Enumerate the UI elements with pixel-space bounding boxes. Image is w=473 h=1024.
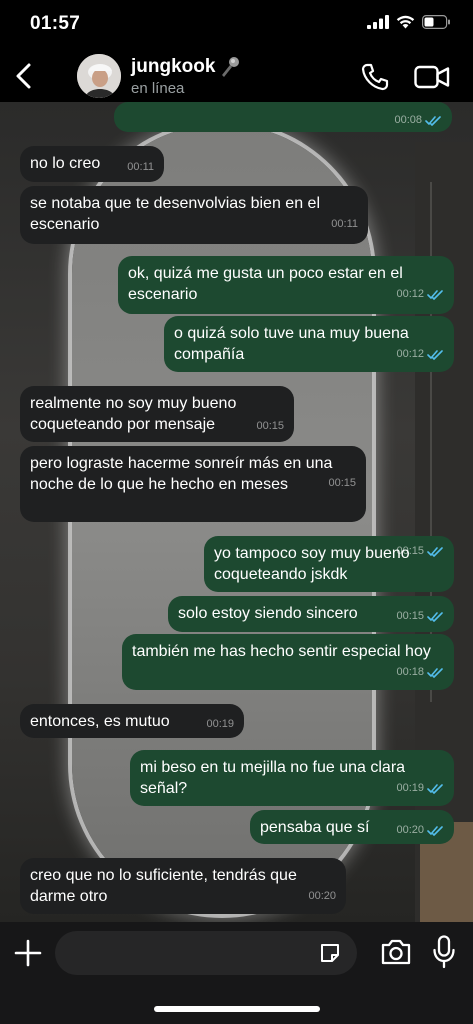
message-text: entonces, es mutuo <box>30 713 170 730</box>
read-tick-icon <box>427 349 443 360</box>
composer-bar <box>0 922 473 1024</box>
home-indicator <box>154 1006 320 1012</box>
message-bubble[interactable]: no lo creo 00:11 <box>20 146 164 182</box>
mic-icon[interactable] <box>433 935 455 969</box>
message-bubble[interactable]: ok, quizá me gusta un poco estar en el e… <box>118 256 454 314</box>
phone-icon[interactable] <box>360 62 390 92</box>
message-meta: 00:11 <box>331 218 358 230</box>
message-text: creo que no lo suficiente, tendrás que d… <box>30 867 297 905</box>
message-meta: 00:15 <box>396 609 444 623</box>
message-meta: 00:19 <box>396 781 444 795</box>
message-text: solo estoy siendo sincero <box>178 605 358 622</box>
wifi-icon <box>396 15 415 29</box>
message-text: se notaba que te desenvolvias bien en el… <box>30 195 320 233</box>
message-bubble[interactable]: yo tampoco soy muy bueno coqueteando jsk… <box>204 536 454 592</box>
message-meta: 00:12 <box>396 287 444 301</box>
message-meta: 00:15 <box>328 477 356 489</box>
contact-name-text: jungkook <box>131 56 216 77</box>
message-meta: 00:20 <box>308 890 336 902</box>
plus-icon[interactable] <box>14 939 42 967</box>
message-bubble[interactable]: se notaba que te desenvolvias bien en el… <box>20 186 368 244</box>
camera-icon[interactable] <box>380 938 412 966</box>
message-bubble[interactable]: realmente no soy muy bueno coqueteando p… <box>20 386 294 442</box>
message-text: o quizá solo tuve una muy buena compañía <box>174 325 409 363</box>
message-bubble[interactable]: creo que no lo suficiente, tendrás que d… <box>20 858 346 914</box>
message-bubble[interactable]: 00:08 <box>114 102 452 132</box>
message-text: yo tampoco soy muy bueno coqueteando jsk… <box>214 545 410 583</box>
video-camera-icon[interactable] <box>414 64 450 90</box>
avatar[interactable] <box>77 54 121 98</box>
message-text: ok, quizá me gusta un poco estar en el e… <box>128 265 403 303</box>
sticker-icon[interactable] <box>318 941 342 965</box>
back-arrow-icon[interactable] <box>10 60 40 92</box>
battery-icon <box>422 15 450 29</box>
message-meta: 00:08 <box>394 113 442 127</box>
message-text: también me has hecho sentir especial hoy <box>132 643 431 660</box>
message-bubble[interactable]: o quizá solo tuve una muy buena compañía… <box>164 316 454 372</box>
message-text: pero lograste hacerme sonreír más en una… <box>30 455 333 493</box>
message-bubble[interactable]: también me has hecho sentir especial hoy… <box>122 634 454 690</box>
message-meta: 00:19 <box>206 718 234 730</box>
message-bubble[interactable]: solo estoy siendo sincero 00:15 <box>168 596 454 632</box>
message-bubble[interactable]: pensaba que sí 00:20 <box>250 810 454 844</box>
status-icons <box>367 15 451 29</box>
status-time: 01:57 <box>30 13 81 34</box>
read-tick-icon <box>427 546 443 557</box>
message-input[interactable] <box>55 931 357 975</box>
message-text: no lo creo <box>30 155 101 172</box>
message-bubble[interactable]: pero lograste hacerme sonreír más en una… <box>20 446 366 522</box>
read-tick-icon <box>425 115 441 126</box>
read-tick-icon <box>427 611 443 622</box>
message-meta: 00:18 <box>396 665 444 679</box>
status-bar: 01:57 <box>0 0 473 50</box>
microphone-emoji-icon <box>222 57 240 77</box>
contact-status: en línea <box>131 80 185 97</box>
contact-name[interactable]: jungkook <box>131 56 241 78</box>
read-tick-icon <box>427 667 443 678</box>
chat-header: jungkook en línea <box>0 50 473 102</box>
read-tick-icon <box>427 783 443 794</box>
message-text: mi beso en tu mejilla no fue una clara s… <box>140 759 406 797</box>
read-tick-icon <box>427 289 443 300</box>
message-bubble[interactable]: entonces, es mutuo 00:19 <box>20 704 244 738</box>
message-bubble[interactable]: mi beso en tu mejilla no fue una clara s… <box>130 750 454 806</box>
message-meta: 00:20 <box>396 823 444 837</box>
message-meta: 00:15 <box>256 420 284 432</box>
read-tick-icon <box>427 825 443 836</box>
chat-area[interactable]: 00:08 no lo creo 00:11 se notaba que te … <box>0 102 473 922</box>
message-text: pensaba que sí <box>260 819 370 836</box>
message-text: realmente no soy muy bueno coqueteando p… <box>30 395 237 433</box>
message-meta: 00:11 <box>127 161 154 173</box>
signal-icon <box>367 15 389 29</box>
message-meta: 00:12 <box>396 347 444 361</box>
